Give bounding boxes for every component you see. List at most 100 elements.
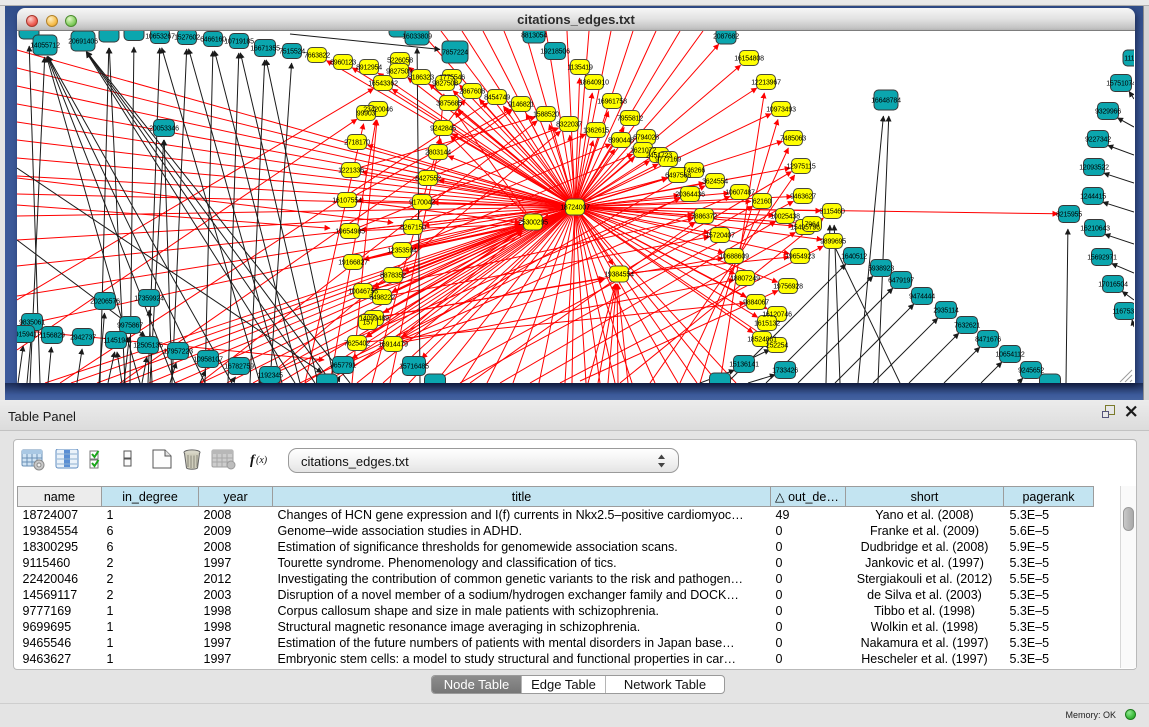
svg-text:2935114: 2935114 [933,308,959,315]
svg-text:7515524: 7515524 [279,49,305,56]
svg-text:8215955: 8215955 [1056,212,1082,219]
svg-text:1192345: 1192345 [257,373,283,380]
svg-text:12505135: 12505135 [133,343,163,350]
svg-text:16782759: 16782759 [224,364,254,371]
svg-text:16154808: 16154808 [734,56,764,63]
svg-text:17359924: 17359924 [134,296,164,303]
svg-text:8960123: 8960123 [330,60,356,67]
svg-text:8813054: 8813054 [521,33,547,40]
svg-text:1244415: 1244415 [1080,194,1106,201]
svg-text:11174: 11174 [1124,56,1134,63]
svg-text:16961758: 16961758 [597,99,627,106]
svg-text:16033809: 16033809 [402,34,432,41]
svg-text:12353594: 12353594 [387,248,417,255]
svg-text:19166827: 19166827 [338,260,368,267]
svg-text:9884067: 9884067 [743,300,769,307]
svg-text:14055712: 14055712 [30,43,60,50]
svg-text:16914479: 16914479 [378,342,408,349]
svg-text:9899695: 9899695 [820,239,846,246]
svg-text:8186323: 8186323 [408,75,434,82]
svg-text:9657791: 9657791 [330,363,356,370]
svg-text:9115460: 9115460 [819,209,845,216]
svg-text:16120746: 16120746 [762,312,792,319]
svg-text:12213967: 12213967 [751,80,781,87]
svg-text:18724007: 18724007 [560,205,590,212]
svg-text:9329966: 9329966 [1095,109,1121,116]
svg-text:9146821: 9146821 [508,102,534,109]
svg-text:7485063: 7485063 [780,136,806,143]
svg-text:2867608: 2867608 [459,89,485,96]
svg-text:8267150: 8267150 [400,225,426,232]
svg-text:1362615: 1362615 [583,128,609,135]
svg-text:20053346: 20053346 [149,126,179,133]
svg-text:7886372: 7886372 [691,214,717,221]
svg-text:3875685: 3875685 [436,101,462,108]
svg-text:6794028: 6794028 [633,135,659,142]
svg-text:10025438: 10025438 [770,214,800,221]
svg-text:8471676: 8471676 [975,337,1001,344]
svg-text:3915941: 3915941 [17,332,37,339]
svg-text:9463627: 9463627 [790,194,816,201]
svg-text:10719185: 10719185 [224,39,254,46]
svg-text:16671355: 16671355 [250,46,280,53]
svg-text:1615132: 1615132 [754,321,780,328]
svg-text:10653267: 10653267 [145,34,175,41]
svg-text:18807249: 18807249 [730,276,760,283]
svg-text:9245652: 9245652 [1018,368,1044,375]
svg-text:746266: 746266 [683,168,705,175]
svg-text:1733426: 1733426 [772,368,798,375]
svg-text:2942737: 2942737 [70,335,96,342]
svg-text:2087682: 2087682 [713,34,739,41]
svg-text:6479197: 6479197 [888,278,914,285]
svg-text:252254: 252254 [766,343,788,350]
svg-text:25300295: 25300295 [518,220,548,227]
svg-text:8322037: 8322037 [556,122,582,129]
svg-text:10958107: 10958107 [193,357,223,364]
svg-text:5498222: 5498222 [369,295,395,302]
svg-text:1588520: 1588520 [533,112,559,119]
svg-text:19756928: 19756928 [773,284,803,291]
svg-text:5226058: 5226058 [387,58,413,65]
svg-text:10688609: 10688609 [719,254,749,261]
svg-text:8912954: 8912954 [356,65,382,72]
svg-text:9835061: 9835061 [19,320,45,327]
svg-text:16648784: 16648784 [871,98,901,105]
svg-text:12093522: 12093522 [1079,165,1109,172]
svg-text:17016504: 17016504 [1098,282,1128,289]
svg-text:99903: 99903 [357,111,376,118]
svg-text:2803144: 2803144 [425,150,451,157]
svg-text:1156829: 1156829 [39,333,65,340]
svg-text:15692971: 15692971 [1087,255,1117,262]
svg-text:9777169: 9777169 [655,157,681,164]
svg-text:7857224: 7857224 [442,50,468,57]
svg-text:62160: 62160 [753,199,772,206]
svg-text:9242845: 9242845 [430,126,456,133]
svg-text:19218506: 19218506 [540,49,570,56]
svg-text:16210643: 16210643 [1080,226,1110,233]
svg-text:1221336: 1221336 [338,168,364,175]
svg-text:9827508: 9827508 [432,81,458,88]
svg-text:7632621: 7632621 [954,323,980,330]
svg-text:19654923: 19654923 [785,254,815,261]
svg-text:(x): (x) [256,455,268,466]
svg-text:8454749: 8454749 [484,95,510,102]
svg-text:16107554: 16107554 [332,198,362,205]
svg-text:6466160: 6466160 [200,37,226,44]
svg-text:20691406: 20691406 [68,39,98,46]
svg-text:20364436: 20364436 [675,192,705,199]
svg-text:9474444: 9474444 [909,294,935,301]
svg-text:15751074: 15751074 [1106,81,1134,88]
svg-text:10654112: 10654112 [995,352,1024,359]
svg-text:16543362: 16543362 [368,81,398,88]
svg-text:2718170: 2718170 [344,140,370,147]
svg-text:1167533: 1167533 [1112,309,1134,316]
svg-text:1135419: 1135419 [567,65,593,72]
svg-text:7964: 7964 [805,222,820,229]
svg-text:9170042: 9170042 [409,200,435,207]
svg-text:17957223: 17957223 [163,349,193,356]
svg-text:15136141: 15136141 [729,362,759,369]
svg-text:8427552: 8427552 [415,176,441,183]
svg-text:15720407: 15720407 [705,233,735,240]
svg-text:19654985: 19654985 [335,229,365,236]
svg-text:19384554: 19384554 [604,272,634,279]
